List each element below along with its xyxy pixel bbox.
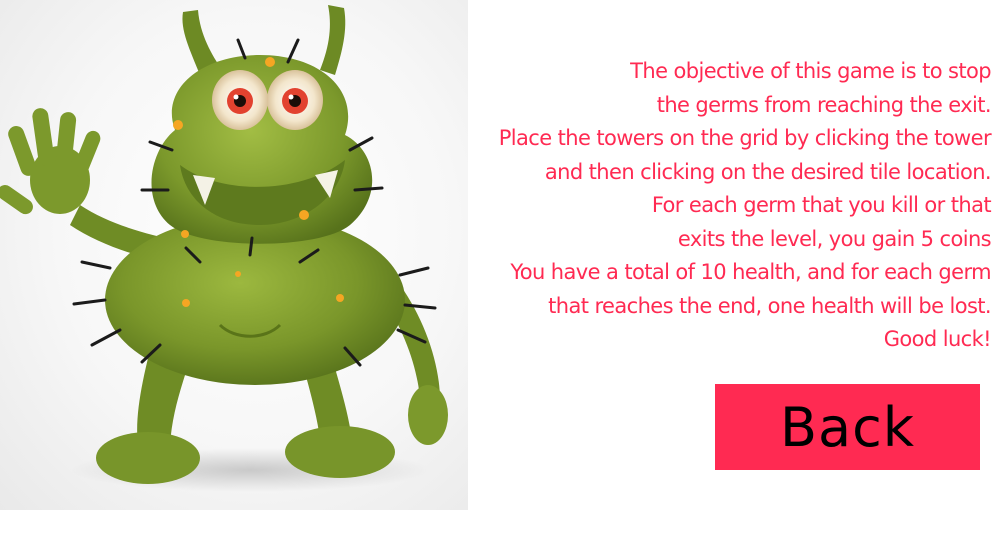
game-instructions: The objective of this game is to stop th… bbox=[471, 55, 992, 357]
instruction-line: and then clicking on the desired tile lo… bbox=[544, 159, 992, 184]
instruction-line: exits the level, you gain 5 coins bbox=[677, 226, 992, 251]
instructions-screen: The objective of this game is to stop th… bbox=[0, 0, 999, 557]
germ-monster-illustration bbox=[0, 5, 448, 492]
instruction-line: Place the towers on the grid by clicking… bbox=[498, 126, 992, 150]
instruction-line: Good luck! bbox=[883, 327, 992, 351]
instruction-line: the germs from reaching the exit. bbox=[656, 92, 992, 117]
instruction-line: You have a total of 10 health, and for e… bbox=[510, 260, 991, 284]
instruction-line: The objective of this game is to stop bbox=[630, 59, 991, 83]
back-button[interactable]: Back bbox=[715, 384, 980, 470]
germ-character-panel bbox=[0, 0, 468, 510]
instruction-line: that reaches the end, one health will be… bbox=[548, 293, 991, 318]
instruction-line: For each germ that you kill or that bbox=[651, 193, 992, 217]
